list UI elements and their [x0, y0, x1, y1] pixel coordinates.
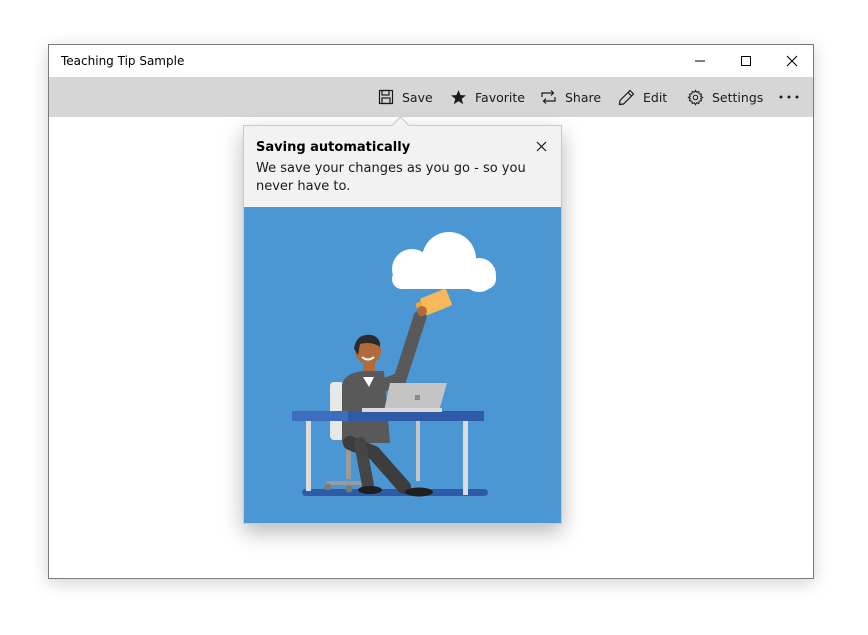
- favorite-label: Favorite: [475, 89, 525, 105]
- share-button[interactable]: Share: [540, 77, 601, 117]
- settings-label: Settings: [712, 89, 764, 105]
- favorite-button[interactable]: Favorite: [450, 77, 525, 117]
- close-icon: [536, 141, 546, 151]
- command-bar: Save Favorite Share Edit Settings: [49, 77, 813, 117]
- title-bar: Teaching Tip Sample: [49, 45, 813, 77]
- minimize-icon: [695, 60, 705, 62]
- minimize-button[interactable]: [677, 45, 723, 77]
- window-title: Teaching Tip Sample: [61, 54, 185, 68]
- more-icon: [779, 95, 799, 99]
- teaching-tip-close-button[interactable]: [531, 136, 551, 156]
- app-window: Teaching Tip Sample Save Favorite Share …: [48, 44, 814, 579]
- maximize-icon: [741, 56, 751, 66]
- star-icon: [451, 89, 466, 104]
- floor-shadow: [302, 489, 488, 496]
- more-options-button[interactable]: [775, 85, 803, 109]
- teaching-tip: Saving automatically We save your change…: [243, 116, 562, 524]
- close-window-button[interactable]: [769, 45, 815, 77]
- save-label: Save: [402, 89, 433, 105]
- teaching-tip-tail: [391, 116, 410, 135]
- share-icon: [541, 90, 556, 104]
- teaching-tip-title: Saving automatically: [256, 140, 411, 155]
- teaching-tip-subtitle: We save your changes as you go - so you …: [256, 161, 526, 194]
- hero-illustration: [244, 207, 561, 523]
- gear-icon: [687, 88, 704, 106]
- maximize-button[interactable]: [723, 45, 769, 77]
- pencil-icon: [618, 89, 635, 105]
- save-icon: [378, 89, 394, 105]
- save-button[interactable]: Save: [378, 77, 433, 117]
- edit-label: Edit: [643, 89, 668, 105]
- settings-button[interactable]: Settings: [687, 77, 763, 117]
- share-label: Share: [565, 89, 602, 105]
- close-icon: [786, 55, 798, 67]
- edit-button[interactable]: Edit: [618, 77, 667, 117]
